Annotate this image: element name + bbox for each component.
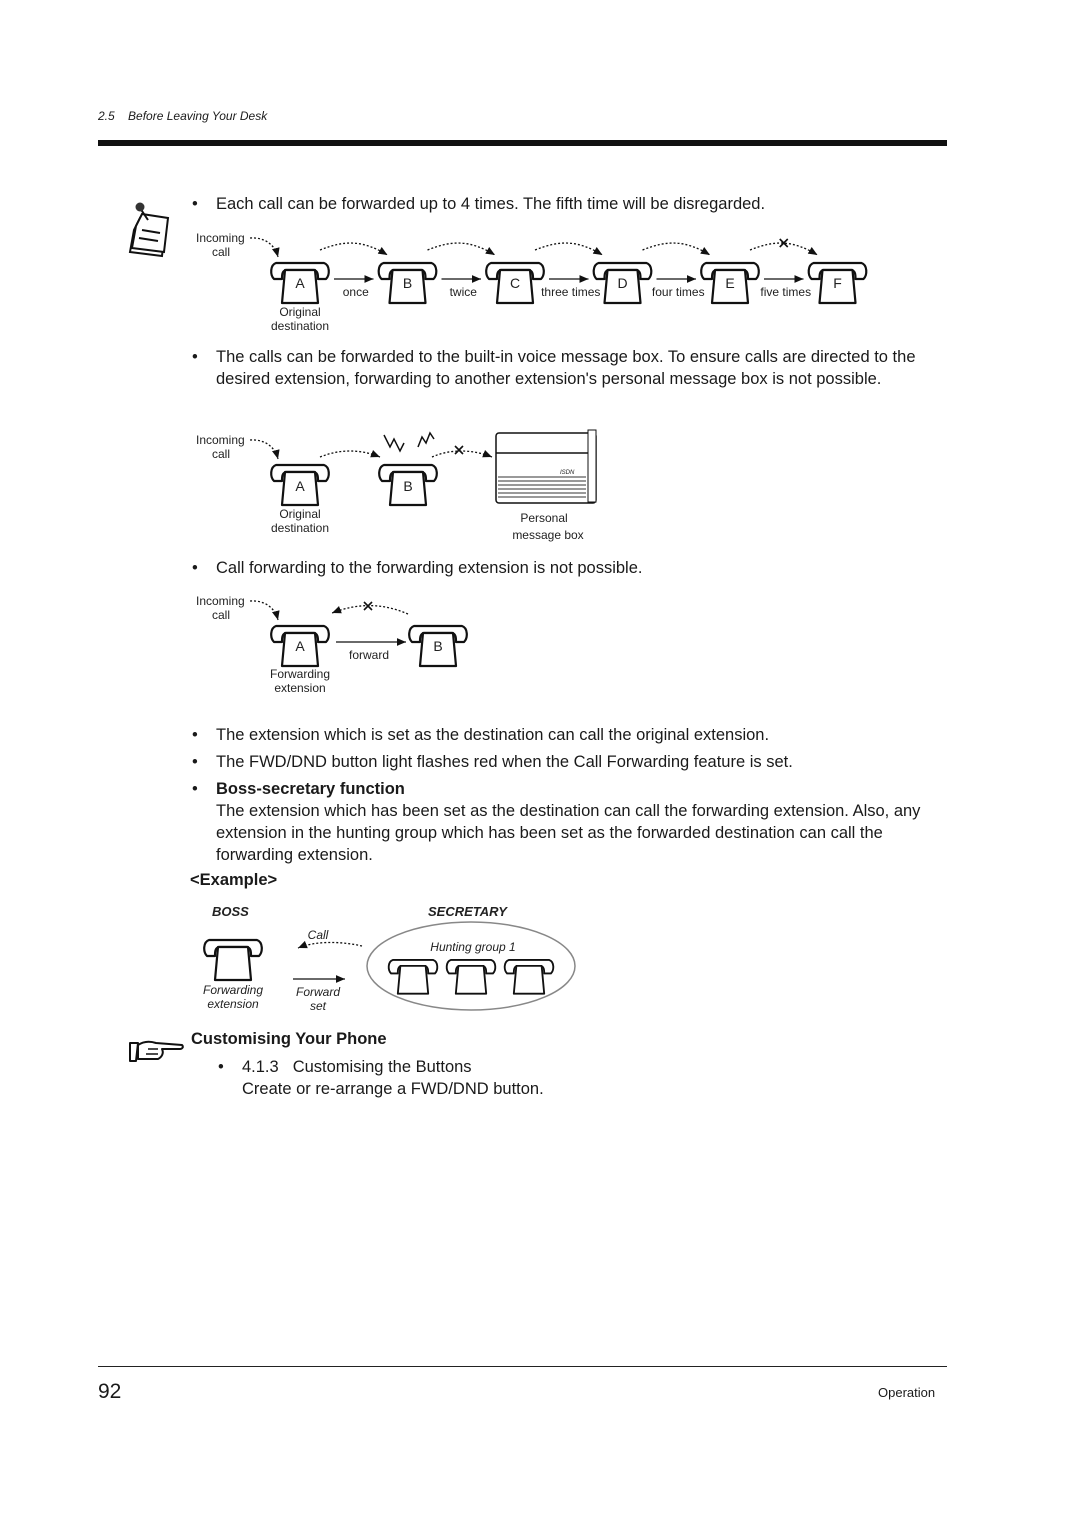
phone-label: C [510, 275, 520, 291]
transfer-arc [427, 242, 496, 256]
page-number: 92 [98, 1380, 122, 1403]
phone-a-label: A [295, 478, 305, 494]
arrow-label: five times [760, 285, 811, 299]
forward-label: Forward [296, 985, 340, 999]
forwarding-extension-diagram: Incoming call A B forward Forwarding ext… [196, 594, 468, 695]
phone-label: E [725, 275, 734, 291]
section-title: Before Leaving Your Desk [128, 109, 268, 123]
hunting-group-label: Hunting group 1 [430, 940, 515, 954]
secretary-phone-2-icon [445, 959, 497, 995]
note-bullet-2: • The calls can be forwarded to the built… [192, 348, 916, 388]
blocked-x-icon [454, 445, 464, 455]
secretary-label: SECRETARY [428, 904, 508, 919]
reference-item[interactable]: • 4.1.3 Customising the Buttons [218, 1056, 472, 1078]
device-brand: ISDN [560, 470, 575, 476]
note-bullet-3: • Call forwarding to the forwarding exten… [192, 559, 643, 577]
phone-label: A [295, 275, 305, 291]
phone-a-label: A [295, 638, 305, 654]
reference-item-title: Customising the Buttons [292, 1058, 472, 1076]
forward-label: forward [349, 648, 389, 662]
note-pad-icon [128, 202, 170, 258]
origin-label: Original [279, 507, 320, 521]
arrow-label: twice [450, 285, 478, 299]
incoming-label: Incoming [196, 433, 245, 447]
call-label: Call [308, 928, 329, 942]
incoming-label: Incoming [196, 231, 245, 245]
secretary-phone-3-icon [503, 959, 555, 995]
transfer-arc [534, 242, 603, 256]
secretary-phone-1-icon [387, 959, 439, 995]
note-bullet-4: • The extension which is set as the desti… [192, 726, 770, 744]
note-bullet-1: • Each call can be forwarded up to 4 time… [192, 195, 766, 213]
ringing-icon-2 [417, 431, 435, 448]
boss-phone-icon [203, 938, 263, 982]
boss-secretary-title: • Boss-secretary function [192, 780, 405, 798]
arrow-label: four times [652, 285, 705, 299]
origin-label-2: destination [271, 319, 329, 333]
origin-label-2: extension [274, 681, 325, 695]
box-label-2: message box [512, 528, 583, 542]
footer-section: Operation [878, 1385, 936, 1400]
phone-label: F [833, 275, 842, 291]
arrow-label: three times [541, 285, 600, 299]
forward-label-2: set [310, 999, 327, 1013]
incoming-label-2: call [212, 245, 230, 259]
boss-ext-label: Forwarding [203, 983, 263, 997]
transfer-arc [749, 242, 818, 256]
example-heading: <Example> [190, 871, 278, 889]
boss-label: BOSS [212, 904, 249, 919]
phone-label: B [403, 275, 412, 291]
phone-b-label: B [433, 638, 442, 654]
reference-title: Customising Your Phone [191, 1030, 387, 1048]
arrow-label: once [343, 285, 369, 299]
transfer-arc [319, 242, 388, 256]
section-header: 2.5 Before Leaving Your Desk [98, 109, 267, 123]
incoming-label-2: call [212, 608, 230, 622]
origin-label: Original [279, 305, 320, 319]
boss-secretary-diagram: BOSS SECRETARY Call Forward set Forwardi… [203, 904, 576, 1013]
incoming-label-2: call [212, 447, 230, 461]
ringing-icon [383, 434, 405, 453]
message-box-diagram: Incoming call A B ISDN Original destinat… [196, 429, 597, 542]
incoming-label: Incoming [196, 594, 245, 608]
transfer-arc [642, 242, 711, 256]
phone-b-label: B [403, 478, 412, 494]
footer-rule [98, 1366, 947, 1367]
message-box-device-icon: ISDN [495, 429, 597, 504]
forwarding-chain-diagram: Incoming call Aonce Btwice Cthree times Dfo… [196, 231, 868, 333]
reference-item-number: 4.1.3 [242, 1058, 279, 1076]
boss-secretary-text: The extension which has been set as the … [216, 802, 921, 864]
origin-label-2: destination [271, 521, 329, 535]
note-bullet-5: • The FWD/DND button light flashes red wh… [192, 753, 793, 771]
boss-ext-label-2: extension [207, 997, 259, 1011]
pointing-hand-icon [129, 1040, 184, 1062]
reference-item-desc: Create or re-arrange a FWD/DND button. [242, 1080, 544, 1098]
header-rule [98, 140, 947, 146]
origin-label: Forwarding [270, 667, 330, 681]
phone-label: D [617, 275, 627, 291]
section-number: 2.5 [98, 109, 115, 123]
box-label: Personal [520, 511, 567, 525]
